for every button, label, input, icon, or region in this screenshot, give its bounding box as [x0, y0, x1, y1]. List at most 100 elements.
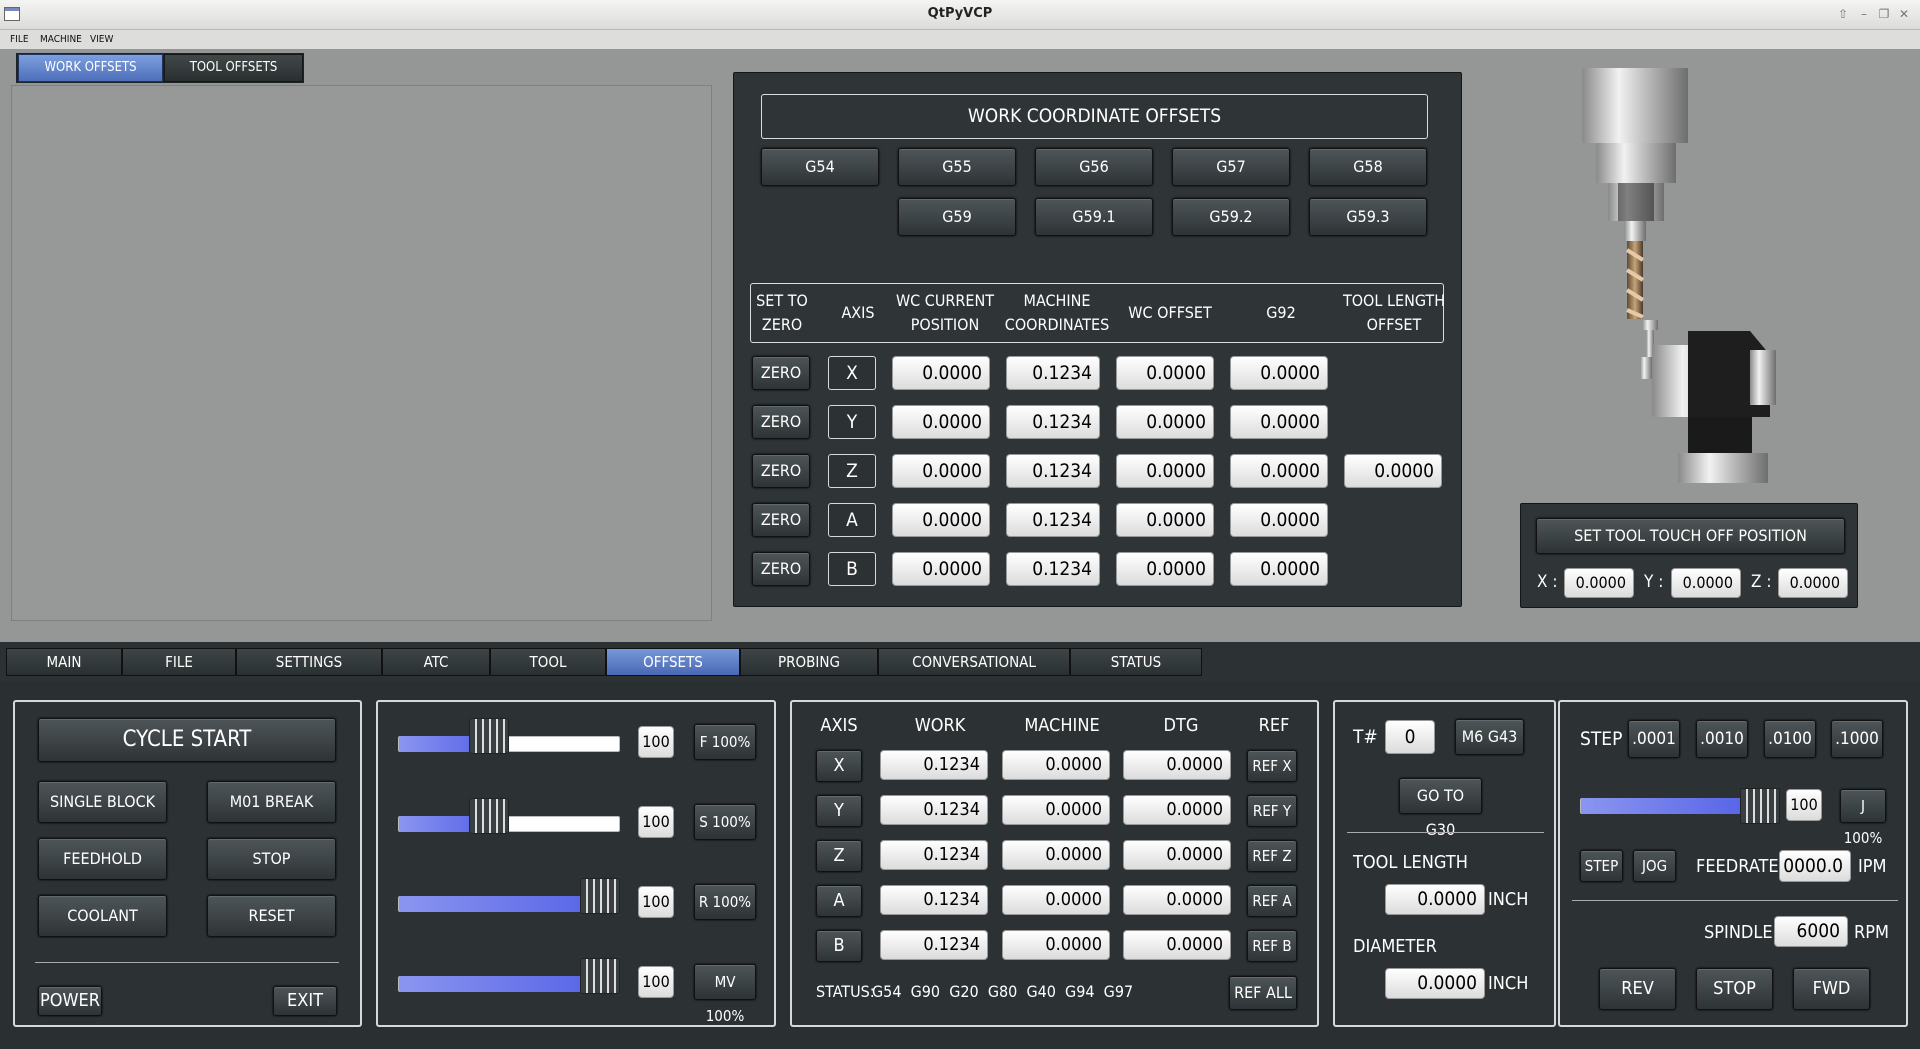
slider-handle[interactable] [469, 798, 509, 834]
dro-dtg-z: 0.0000 [1123, 840, 1231, 870]
tab-file[interactable]: FILE [122, 648, 236, 676]
touch-off-y-input[interactable]: 0.0000 [1671, 568, 1741, 598]
reset-button[interactable]: RESET [207, 895, 336, 937]
menu-machine[interactable]: MACHINE [40, 30, 82, 49]
override-slider-0[interactable] [398, 736, 620, 752]
tab-probing[interactable]: PROBING [740, 648, 878, 676]
menu-view[interactable]: VIEW [90, 30, 113, 49]
zero-x-button[interactable]: ZERO [752, 356, 810, 390]
zero-b-button[interactable]: ZERO [752, 552, 810, 586]
ref-x-button[interactable]: REF X [1247, 750, 1297, 782]
stop-button[interactable]: STOP [207, 838, 336, 880]
wc-offset-a[interactable]: 0.0000 [1116, 503, 1214, 537]
set-touch-off-button[interactable]: SET TOOL TOUCH OFF POSITION [1536, 518, 1845, 554]
feedhold-button[interactable]: FEEDHOLD [38, 838, 167, 880]
wc-offset-z[interactable]: 0.0000 [1116, 454, 1214, 488]
g92-y[interactable]: 0.0000 [1230, 405, 1328, 439]
maximize-icon[interactable]: ❐ [1876, 6, 1892, 22]
app-window-icon [4, 7, 20, 21]
exit-button[interactable]: EXIT [273, 986, 337, 1016]
wcs-g55-button[interactable]: G55 [898, 148, 1016, 186]
slider-handle[interactable] [1740, 788, 1780, 824]
tool-length-input[interactable]: 0.0000 [1385, 884, 1485, 915]
spindle-forward-button[interactable]: FWD [1793, 968, 1870, 1010]
override-reset-button-3[interactable]: MV 100% [694, 964, 756, 1025]
close-icon[interactable]: ✕ [1896, 6, 1912, 22]
ref-z-button[interactable]: REF Z [1247, 840, 1297, 872]
slider-handle[interactable] [469, 718, 509, 754]
g92-b[interactable]: 0.0000 [1230, 552, 1328, 586]
feedrate-input[interactable]: 0000.0 [1779, 850, 1851, 882]
wc-offset-x[interactable]: 0.0000 [1116, 356, 1214, 390]
m01-break-button[interactable]: M01 BREAK [207, 781, 336, 823]
cycle-start-button[interactable]: CYCLE START [38, 718, 336, 762]
g92-a[interactable]: 0.0000 [1230, 503, 1328, 537]
dro-header-axis: AXIS [820, 715, 858, 736]
step-0010-button[interactable]: .0010 [1696, 720, 1748, 758]
override-reset-button-1[interactable]: S 100% [694, 804, 756, 840]
tab-settings[interactable]: SETTINGS [236, 648, 382, 676]
ref-b-button[interactable]: REF B [1247, 930, 1297, 962]
go-to-g30-button[interactable]: GO TO G30 [1399, 778, 1482, 839]
wcs-g54-button[interactable]: G54 [761, 148, 879, 186]
tab-atc[interactable]: ATC [382, 648, 490, 676]
m6-g43-button[interactable]: M6 G43 [1455, 719, 1524, 755]
jog-speed-slider[interactable] [1580, 788, 1780, 824]
tab-offsets[interactable]: OFFSETS [606, 648, 740, 676]
wcs-g56-button[interactable]: G56 [1035, 148, 1153, 186]
wc-offset-b[interactable]: 0.0000 [1116, 552, 1214, 586]
coolant-button[interactable]: COOLANT [38, 895, 167, 937]
wco-title: WORK COORDINATE OFFSETS [761, 94, 1428, 139]
spindle-reverse-button[interactable]: REV [1599, 968, 1676, 1010]
override-reset-button-0[interactable]: F 100% [694, 724, 756, 760]
step-mode-button[interactable]: STEP [1580, 850, 1623, 882]
wcs-g59-3-button[interactable]: G59.3 [1309, 198, 1427, 236]
power-button[interactable]: POWER [38, 986, 102, 1016]
dro-axis-z: Z [816, 840, 862, 872]
dro-axis-y: Y [816, 795, 862, 827]
step-0100-button[interactable]: .0100 [1764, 720, 1816, 758]
tab-conversational[interactable]: CONVERSATIONAL [878, 648, 1070, 676]
override-reset-button-2[interactable]: R 100% [694, 884, 756, 920]
ref-all-button[interactable]: REF ALL [1229, 976, 1297, 1010]
wcs-g57-button[interactable]: G57 [1172, 148, 1290, 186]
wc-offset-y[interactable]: 0.0000 [1116, 405, 1214, 439]
zero-z-button[interactable]: ZERO [752, 454, 810, 488]
ref-y-button[interactable]: REF Y [1247, 795, 1297, 827]
dro-machine-a: 0.0000 [1002, 885, 1110, 915]
jog-mode-button[interactable]: JOG [1633, 850, 1676, 882]
wcs-g58-button[interactable]: G58 [1309, 148, 1427, 186]
spindle-stop-button[interactable]: STOP [1696, 968, 1773, 1010]
tab-tool[interactable]: TOOL [490, 648, 606, 676]
wcs-g59-2-button[interactable]: G59.2 [1172, 198, 1290, 236]
menu-file[interactable]: FILE [10, 30, 29, 49]
slider-handle[interactable] [580, 878, 620, 914]
wcs-g59-button[interactable]: G59 [898, 198, 1016, 236]
dro-header-ref: REF [1258, 715, 1290, 736]
touch-off-z-input[interactable]: 0.0000 [1778, 568, 1848, 598]
dro-machine-x: 0.0000 [1002, 750, 1110, 780]
step-1000-button[interactable]: .1000 [1831, 720, 1883, 758]
ref-a-button[interactable]: REF A [1247, 885, 1297, 917]
keep-above-icon[interactable]: ⇧ [1835, 6, 1851, 22]
step-0001-button[interactable]: .0001 [1628, 720, 1680, 758]
zero-a-button[interactable]: ZERO [752, 503, 810, 537]
single-block-button[interactable]: SINGLE BLOCK [38, 781, 167, 823]
touch-off-x-input[interactable]: 0.0000 [1564, 568, 1634, 598]
tab-tool-offsets[interactable]: TOOL OFFSETS [164, 54, 303, 82]
jog-100-button[interactable]: J 100% [1840, 789, 1886, 847]
wcs-g59-1-button[interactable]: G59.1 [1035, 198, 1153, 236]
g92-x[interactable]: 0.0000 [1230, 356, 1328, 390]
spindle-rpm-input[interactable]: 6000 [1774, 916, 1848, 947]
slider-handle[interactable] [580, 958, 620, 994]
zero-y-button[interactable]: ZERO [752, 405, 810, 439]
minimize-icon[interactable]: – [1856, 6, 1872, 22]
override-slider-1[interactable] [398, 816, 620, 832]
backplot-view[interactable] [11, 85, 712, 621]
diameter-input[interactable]: 0.0000 [1385, 968, 1485, 999]
g92-z[interactable]: 0.0000 [1230, 454, 1328, 488]
tab-main[interactable]: MAIN [6, 648, 122, 676]
tab-work-offsets[interactable]: WORK OFFSETS [18, 54, 163, 82]
tab-status[interactable]: STATUS [1070, 648, 1202, 676]
tool-number-input[interactable]: 0 [1385, 720, 1435, 754]
